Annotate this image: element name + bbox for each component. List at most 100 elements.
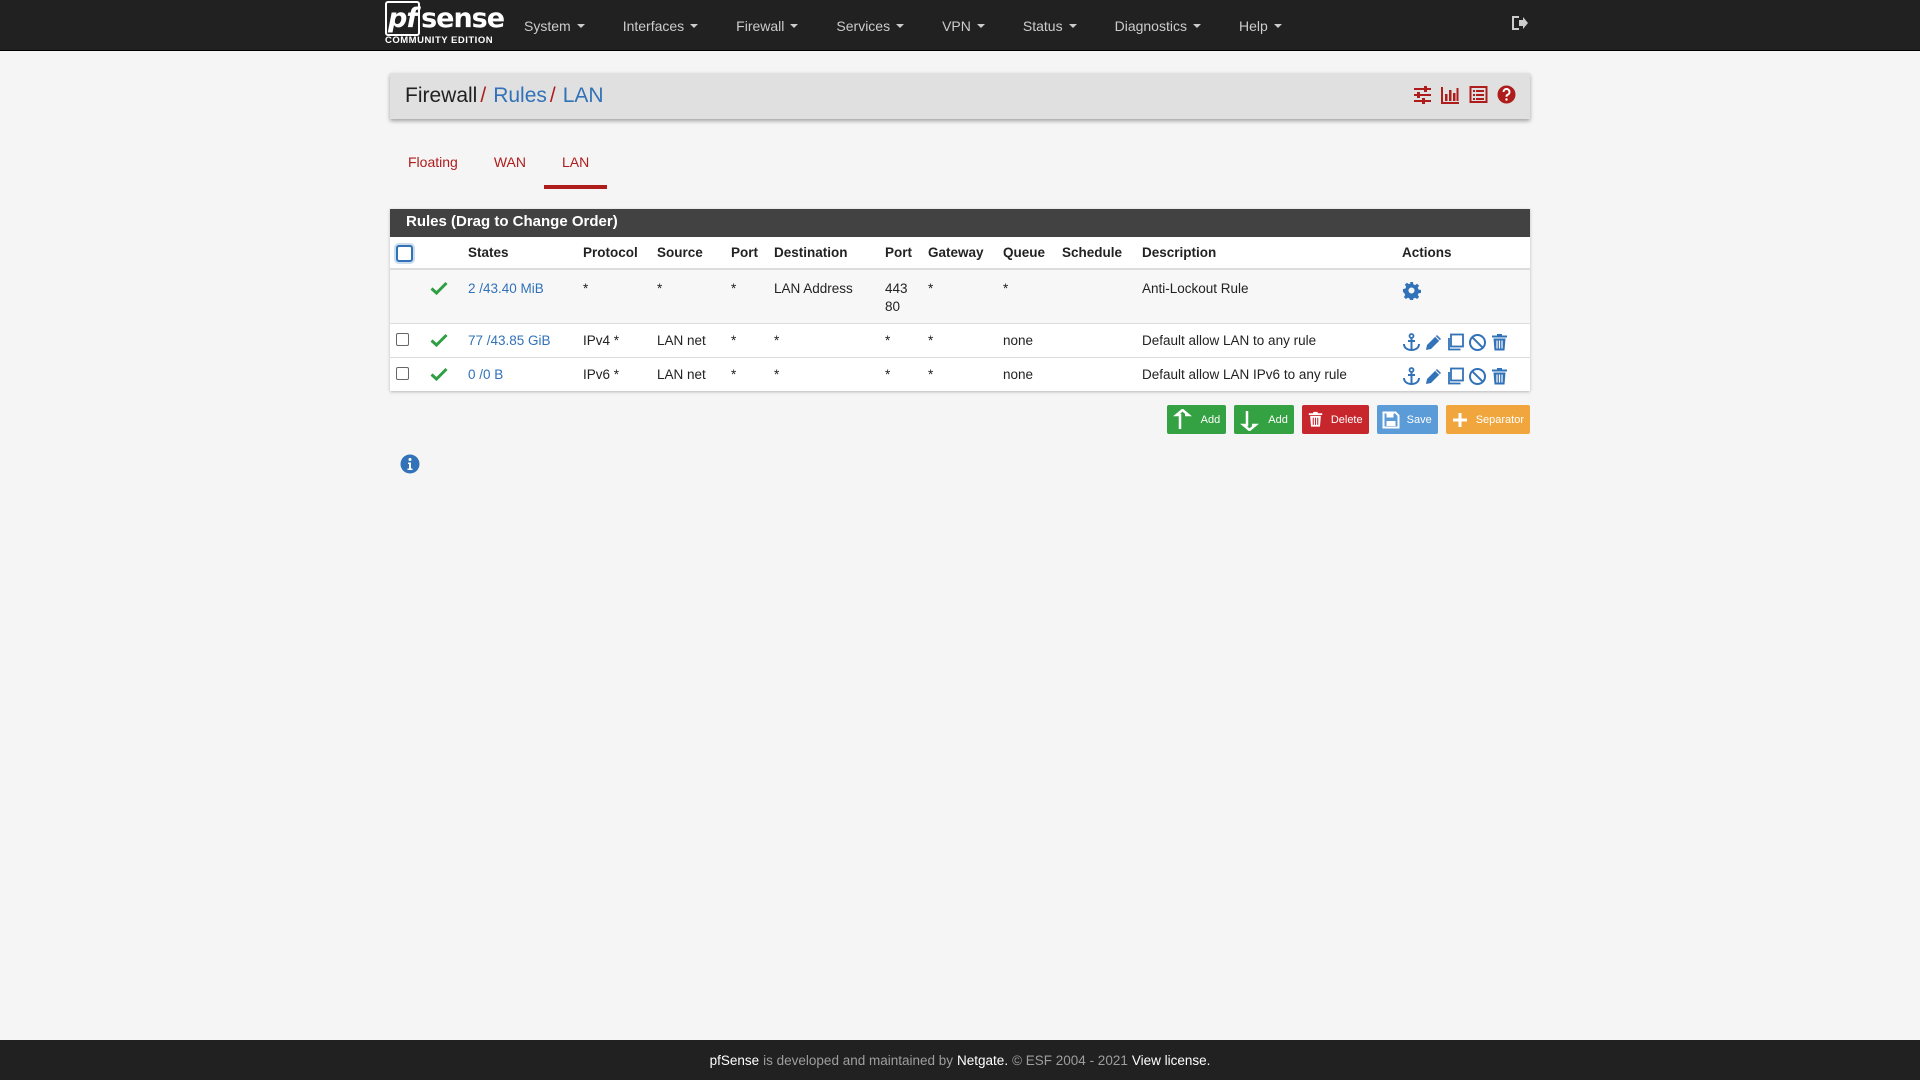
tab-wan[interactable]: WAN <box>476 145 544 189</box>
nav-label: Firewall <box>736 17 785 34</box>
nav-label: Status <box>1022 17 1063 34</box>
breadcrumb-firewall: Firewall <box>405 84 478 107</box>
source-port-cell: * <box>725 322 768 357</box>
help-icon[interactable] <box>1497 85 1516 104</box>
nav-firewall[interactable]: Firewall <box>717 0 817 51</box>
pencil-icon[interactable] <box>1424 367 1443 386</box>
breadcrumb-panel: Firewall / Rules / LAN <box>390 73 1530 119</box>
panel-title: Rules (Drag to Change Order) <box>390 209 1530 237</box>
gateway-cell: * <box>922 356 997 391</box>
row-checkbox[interactable] <box>396 332 409 346</box>
delete-button[interactable]: Delete <box>1301 405 1369 434</box>
states-link[interactable]: 77 /43.85 GiB <box>462 322 577 357</box>
ban-icon[interactable] <box>1468 367 1487 386</box>
footer: pfSense is developed and maintained by N… <box>0 1040 1920 1080</box>
header-schedule: Schedule <box>1056 237 1136 270</box>
status-cell <box>424 322 462 357</box>
nav-label: Diagnostics <box>1114 17 1187 34</box>
add-rule-top-button[interactable]: Add <box>1166 405 1227 434</box>
schedule-cell <box>1056 268 1136 323</box>
nav-services[interactable]: Services <box>817 0 923 51</box>
header-destination: Destination <box>768 237 879 270</box>
footer-company-link[interactable]: Netgate. <box>957 1053 1008 1068</box>
destination-cell: LAN Address <box>768 268 879 323</box>
pass-check-icon[interactable] <box>430 333 448 350</box>
trash-icon <box>1307 410 1324 429</box>
schedule-cell <box>1056 356 1136 391</box>
nav-diagnostics[interactable]: Diagnostics <box>1096 0 1220 51</box>
info-icon[interactable] <box>400 454 420 474</box>
nav-system[interactable]: System <box>505 0 604 51</box>
pencil-icon[interactable] <box>1424 333 1443 352</box>
caret-down-icon <box>976 23 985 28</box>
plus-icon <box>1451 411 1469 429</box>
row-select-cell <box>390 322 424 357</box>
actions-cell <box>1396 322 1530 357</box>
arrow-down-icon <box>1239 409 1261 431</box>
header-gateway: Gateway <box>922 237 997 270</box>
interface-tabs: Floating WAN LAN <box>390 145 608 189</box>
table-row[interactable]: 77 /43.85 GiB IPv4 * LAN net * * * * non… <box>390 322 1530 357</box>
table-row[interactable]: 0 /0 B IPv6 * LAN net * * * * none Defau… <box>390 356 1530 391</box>
rules-table: States Protocol Source Port Destination … <box>390 237 1530 391</box>
destination-port-cell: * <box>879 356 922 391</box>
caret-down-icon <box>1273 23 1282 28</box>
logo-prefix: pf <box>385 1 421 36</box>
sign-out-icon[interactable] <box>1510 14 1530 34</box>
states-link[interactable]: 2 /43.40 MiB <box>462 268 577 323</box>
queue-cell: none <box>997 356 1056 391</box>
bar-chart-icon[interactable] <box>1441 85 1460 104</box>
trash-icon[interactable] <box>1490 333 1509 352</box>
select-all-checkbox[interactable] <box>396 245 413 262</box>
logo-wordmark: pf sense <box>385 1 505 36</box>
breadcrumb-lan-link[interactable]: LAN <box>563 84 604 108</box>
nav-vpn[interactable]: VPN <box>923 0 1004 51</box>
arrow-up-icon <box>1172 408 1194 431</box>
status-cell <box>424 356 462 391</box>
breadcrumb: Firewall / Rules / LAN <box>405 73 604 119</box>
gateway-cell: * <box>922 268 997 323</box>
caret-down-icon <box>576 23 585 28</box>
ban-icon[interactable] <box>1468 333 1487 352</box>
copy-icon[interactable] <box>1446 367 1465 386</box>
breadcrumb-rules-link[interactable]: Rules <box>493 84 547 108</box>
tab-lan[interactable]: LAN <box>543 145 608 189</box>
row-actions <box>1402 332 1524 352</box>
pass-check-icon[interactable] <box>430 367 448 384</box>
copy-icon[interactable] <box>1446 333 1465 352</box>
schedule-cell <box>1056 322 1136 357</box>
tab-floating[interactable]: Floating <box>390 145 476 189</box>
caret-down-icon <box>790 23 799 28</box>
nav-interfaces[interactable]: Interfaces <box>604 0 717 51</box>
add-bottom-label: Add <box>1268 413 1288 426</box>
header-description: Description <box>1136 237 1396 270</box>
trash-icon[interactable] <box>1490 367 1509 386</box>
pass-check-icon <box>430 281 448 298</box>
floppy-icon <box>1382 411 1400 429</box>
nav-help[interactable]: Help <box>1220 0 1301 51</box>
pfsense-logo[interactable]: pf sense COMMUNITY EDITION <box>385 1 505 48</box>
list-icon[interactable] <box>1469 85 1488 104</box>
header-destination-port: Port <box>879 237 922 270</box>
header-status <box>424 237 462 270</box>
save-button[interactable]: Save <box>1376 405 1438 434</box>
protocol-cell: * <box>577 268 651 323</box>
separator-button[interactable]: Separator <box>1445 405 1530 434</box>
nav-label: Services <box>836 17 891 34</box>
footer-copyright: © ESF 2004 - 2021 <box>1012 1052 1128 1068</box>
add-rule-bottom-button[interactable]: Add <box>1234 405 1294 434</box>
caret-down-icon <box>1192 23 1201 28</box>
states-link[interactable]: 0 /0 B <box>462 356 577 391</box>
header-queue: Queue <box>997 237 1056 270</box>
sliders-icon[interactable] <box>1413 85 1432 104</box>
footer-license-link[interactable]: View license. <box>1132 1053 1211 1068</box>
gear-icon[interactable] <box>1402 281 1421 303</box>
anchor-icon[interactable] <box>1402 332 1421 352</box>
select-all-cell <box>390 237 424 270</box>
protocol-cell: IPv6 * <box>577 356 651 391</box>
nav-status[interactable]: Status <box>1004 0 1096 51</box>
breadcrumb-separator: / <box>480 84 487 107</box>
row-checkbox[interactable] <box>396 366 409 380</box>
anchor-icon[interactable] <box>1402 366 1421 386</box>
rules-panel: Rules (Drag to Change Order) States Prot… <box>390 209 1530 391</box>
